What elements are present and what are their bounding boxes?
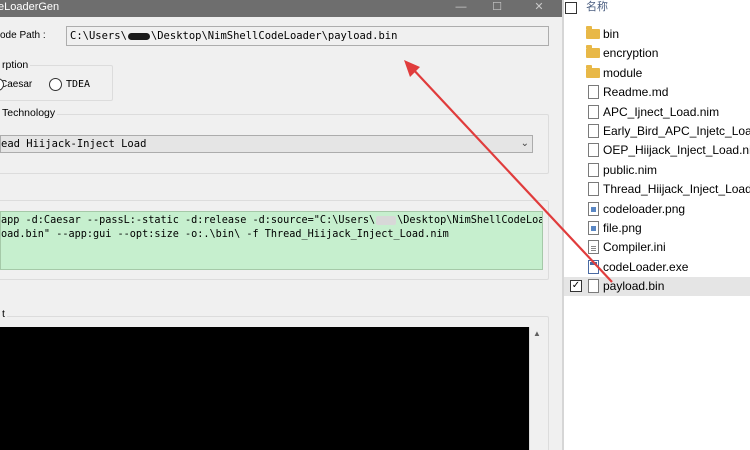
- file-name: payload.bin: [603, 279, 665, 294]
- select-all-checkbox[interactable]: [565, 2, 577, 14]
- encryption-caption: rption: [0, 59, 31, 71]
- file-name: module: [603, 65, 643, 80]
- command-line-2: oad.bin" --app:gui --opt:size -o:.\bin\ …: [1, 229, 449, 240]
- file-row[interactable]: bin: [564, 25, 750, 44]
- minimize-button[interactable]: —: [446, 0, 476, 17]
- file-row[interactable]: public.nim: [564, 161, 750, 180]
- file-name: codeloader.png: [603, 201, 686, 216]
- file-icon: [588, 162, 599, 177]
- tdea-label[interactable]: TDEA: [66, 79, 90, 90]
- file-row[interactable]: Thread_Hiijack_Inject_Load.n: [564, 180, 750, 199]
- file-name: APC_Ijnect_Load.nim: [603, 104, 720, 119]
- file-row[interactable]: APC_Ijnect_Load.nim: [564, 103, 750, 122]
- command-output-box[interactable]: app -d:Caesar --passL:-static -d:release…: [0, 211, 543, 270]
- file-row[interactable]: codeLoader.exe: [564, 258, 750, 277]
- file-row[interactable]: ✓ payload.bin: [564, 277, 750, 297]
- maximize-button[interactable]: ☐: [482, 0, 512, 17]
- technology-caption: Technology: [0, 107, 58, 119]
- title-bar[interactable]: eLoaderGen — ☐ ✕: [0, 0, 562, 17]
- redacted-username: [376, 215, 397, 225]
- file-icon: [588, 124, 599, 138]
- scroll-up-icon[interactable]: ▲: [533, 329, 541, 338]
- path-value-start: C:\Users\: [70, 30, 127, 42]
- file-name: file.png: [603, 221, 642, 235]
- file-icon: [588, 104, 599, 119]
- folder-icon: [586, 26, 600, 39]
- name-column-header[interactable]: 名称: [586, 0, 608, 14]
- loader-gen-window: eLoaderGen — ☐ ✕ ode Path : C:\Users\ \De…: [0, 0, 562, 450]
- image-file-icon: [588, 201, 599, 216]
- file-icon: [588, 182, 599, 197]
- folder-icon: [586, 64, 600, 78]
- close-button[interactable]: ✕: [524, 0, 554, 17]
- caesar-label[interactable]: Caesar: [0, 79, 32, 90]
- file-row[interactable]: file.png: [564, 219, 750, 238]
- file-row[interactable]: OEP_Hiijack_Inject_Load.nim: [564, 141, 750, 160]
- file-row[interactable]: Compiler.ini: [564, 238, 750, 257]
- file-name: Compiler.ini: [603, 240, 666, 255]
- file-icon: [588, 279, 599, 294]
- shellcode-path-label: ode Path :: [0, 30, 46, 41]
- window-title: eLoaderGen: [0, 1, 60, 13]
- folder-icon: [586, 45, 600, 59]
- file-icon: [588, 85, 599, 100]
- file-name: encryption: [603, 46, 659, 61]
- file-row[interactable]: codeloader.png: [564, 200, 750, 219]
- file-row[interactable]: Readme.md: [564, 83, 750, 102]
- file-row[interactable]: module: [564, 64, 750, 83]
- chevron-down-icon[interactable]: ⌄: [521, 138, 529, 149]
- file-name: public.nim: [603, 162, 658, 177]
- command-line-1-start: app -d:Caesar --passL:-static -d:release…: [1, 215, 376, 226]
- settings-file-icon: [588, 240, 599, 255]
- command-line-1: app -d:Caesar --passL:-static -d:release…: [1, 214, 542, 228]
- file-name: bin: [603, 27, 620, 41]
- output-scrollbar[interactable]: ▲: [529, 327, 546, 450]
- redacted-username: [127, 32, 150, 40]
- file-name: Early_Bird_APC_Injetc_Load.: [603, 124, 750, 138]
- command-line-1-end: \Desktop\NimShellCodeLoader: [397, 215, 542, 226]
- file-name: codeLoader.exe: [603, 259, 689, 274]
- shellcode-path-input[interactable]: C:\Users\ \Desktop\NimShellCodeLoader\pay…: [66, 26, 549, 46]
- file-name: Thread_Hiijack_Inject_Load.n: [603, 182, 750, 197]
- technology-selected-value: ead Hiijack-Inject Load: [1, 138, 147, 150]
- file-row[interactable]: encryption: [564, 44, 750, 63]
- output-caption: t: [0, 308, 7, 320]
- file-name: Readme.md: [603, 85, 669, 100]
- row-checkbox[interactable]: ✓: [570, 280, 582, 293]
- console-output[interactable]: [0, 327, 529, 450]
- path-value-end: \Desktop\NimShellCodeLoader\payload.bin: [150, 30, 398, 42]
- file-row[interactable]: Early_Bird_APC_Injetc_Load.: [564, 122, 750, 141]
- file-icon: [588, 143, 599, 158]
- file-explorer: 名称 bin encryption module Readme.md APC_Ijnec…: [564, 0, 750, 450]
- application-icon: [588, 259, 599, 274]
- tdea-radio[interactable]: [49, 78, 62, 91]
- technology-select[interactable]: ead Hiijack-Inject Load ⌄: [0, 135, 533, 153]
- file-name: OEP_Hiijack_Inject_Load.nim: [603, 143, 750, 158]
- image-file-icon: [588, 221, 599, 235]
